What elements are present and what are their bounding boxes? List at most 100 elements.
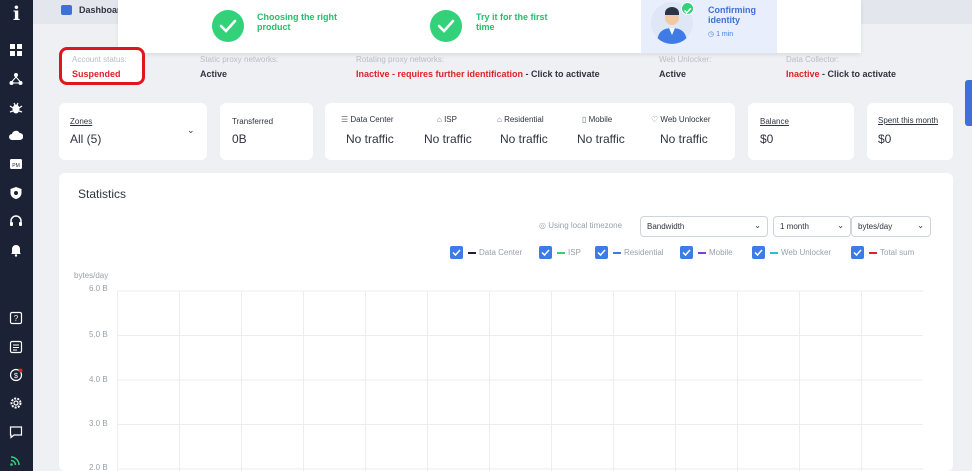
traffic-value: No traffic	[660, 132, 708, 146]
legend-swatch	[613, 252, 621, 254]
bug-icon[interactable]	[9, 101, 23, 115]
traffic-label-text: Data Center	[350, 115, 394, 124]
account-status-label: Account status:	[72, 55, 127, 64]
billing-icon[interactable]: $	[9, 368, 23, 382]
static-proxy-value: Active	[200, 69, 228, 79]
dashboard-icon[interactable]	[9, 43, 23, 57]
chevron-down-icon: ⌄	[917, 221, 924, 230]
side-feedback-tab[interactable]	[965, 80, 972, 126]
period-select-value: 1 month	[780, 222, 809, 231]
dashboard-crumb-icon	[61, 5, 72, 15]
traffic-value: No traffic	[424, 132, 472, 146]
traffic-value: No traffic	[500, 132, 548, 146]
check-icon	[212, 10, 244, 42]
settings-icon[interactable]	[9, 396, 23, 410]
help-icon[interactable]: ?	[9, 311, 23, 325]
onboarding-step-3[interactable]: Confirming identity ◷ 1 min	[641, 0, 777, 53]
legend-label: Mobile	[709, 248, 733, 257]
cloud-icon[interactable]	[9, 129, 23, 143]
legend-swatch	[557, 252, 565, 254]
traffic-label-text: Web Unlocker	[660, 115, 711, 124]
shield-icon[interactable]	[9, 186, 23, 200]
statistics-title: Statistics	[78, 187, 127, 201]
spent-label[interactable]: Spent this month	[878, 116, 938, 125]
spent-card[interactable]: Spent this month $0	[867, 103, 953, 160]
svg-text:$: $	[14, 373, 18, 380]
checkbox-icon[interactable]	[595, 246, 608, 259]
account-status-highlight	[59, 47, 145, 85]
zones-card[interactable]: Zones All (5) ⌄	[59, 103, 207, 160]
rss-icon[interactable]	[9, 453, 23, 467]
house-icon: ⌂	[497, 115, 502, 124]
statistics-chart	[117, 290, 923, 471]
building-icon: ⌂	[437, 115, 442, 124]
transferred-label: Transferred	[232, 117, 274, 126]
balance-card[interactable]: Balance $0	[748, 103, 854, 160]
legend-label: Data Center	[479, 248, 523, 257]
step-time: ◷ 1 min	[708, 31, 734, 38]
traffic-label: ⌂ ISP	[437, 115, 457, 124]
legend-swatch	[468, 252, 476, 254]
zones-label[interactable]: Zones	[70, 117, 92, 126]
rotating-proxy-link[interactable]: Inactive - requires further identificati…	[356, 69, 600, 79]
chevron-down-icon[interactable]: ⌄	[187, 125, 195, 136]
checkbox-icon[interactable]	[450, 246, 463, 259]
step-time-value: 1 min	[716, 31, 734, 38]
onboarding-step-1[interactable]: Choosing the right product	[206, 0, 337, 53]
unit-select[interactable]: bytes/day ⌄	[851, 216, 931, 237]
traffic-label-text: Mobile	[588, 115, 613, 124]
check-icon	[681, 2, 694, 15]
unit-select-value: bytes/day	[858, 222, 893, 231]
step-label: Choosing the right product	[257, 12, 337, 32]
chart-grid	[117, 290, 923, 471]
statistics-panel: Statistics ◎ Using local timezone Bandwi…	[59, 173, 953, 471]
activate-link[interactable]: - Click to activate	[523, 69, 600, 79]
legend-label: Residential	[624, 248, 664, 257]
timezone-toggle[interactable]: ◎ Using local timezone	[539, 221, 622, 230]
transferred-value: 0B	[232, 132, 247, 146]
legend-swatch	[698, 252, 706, 254]
traffic-value: No traffic	[346, 132, 394, 146]
traffic-label-text: Residential	[504, 115, 544, 124]
activate-link[interactable]: - Click to activate	[820, 69, 896, 79]
metric-select[interactable]: Bandwidth ⌄	[640, 216, 768, 237]
shield-icon: ♡	[651, 115, 659, 124]
balance-label[interactable]: Balance	[760, 117, 789, 126]
data-collector-label: Data Collector:	[786, 55, 839, 64]
svg-text:?: ?	[14, 314, 19, 323]
step-label: Try it for the first time	[476, 12, 548, 32]
chevron-down-icon: ⌄	[754, 221, 761, 230]
server-icon: ☰	[341, 115, 349, 124]
sidebar: i PM ? $	[0, 0, 33, 471]
data-collector-link[interactable]: Inactive - Click to activate	[786, 69, 896, 79]
checkbox-icon[interactable]	[752, 246, 765, 259]
checkbox-icon[interactable]	[680, 246, 693, 259]
checkbox-icon[interactable]	[851, 246, 864, 259]
y-tick: 2.0 B	[89, 463, 108, 471]
proxy-manager-icon[interactable]: PM	[9, 157, 23, 171]
web-unlocker-value: Active	[659, 69, 687, 79]
legend-swatch	[869, 252, 877, 254]
y-tick: 5.0 B	[89, 330, 108, 339]
zones-value: All (5)	[70, 132, 102, 146]
data-collector-value: Inactive	[786, 69, 820, 79]
network-icon[interactable]	[9, 72, 23, 86]
period-select[interactable]: 1 month ⌄	[773, 216, 851, 237]
traffic-card: ☰ Data Center No traffic ⌂ ISP No traffi…	[325, 103, 735, 160]
onboarding-step-2[interactable]: Try it for the first time	[424, 0, 554, 53]
headset-icon[interactable]	[9, 215, 23, 229]
legend-label: ISP	[568, 248, 581, 257]
docs-icon[interactable]	[9, 340, 23, 354]
static-proxy-label: Static proxy networks:	[200, 55, 279, 64]
bell-icon[interactable]	[9, 243, 23, 257]
checkbox-icon[interactable]	[539, 246, 552, 259]
traffic-value: No traffic	[577, 132, 625, 146]
chat-icon[interactable]	[9, 425, 23, 439]
spent-value: $0	[878, 132, 892, 146]
web-unlocker-label: Web Unlocker:	[659, 55, 712, 64]
metric-select-value: Bandwidth	[647, 222, 685, 231]
y-tick: 4.0 B	[89, 375, 108, 384]
traffic-label: ⌂ Residential	[497, 115, 544, 124]
brand-logo[interactable]: i	[0, 2, 33, 26]
legend-label: Web Unlocker	[781, 248, 832, 257]
